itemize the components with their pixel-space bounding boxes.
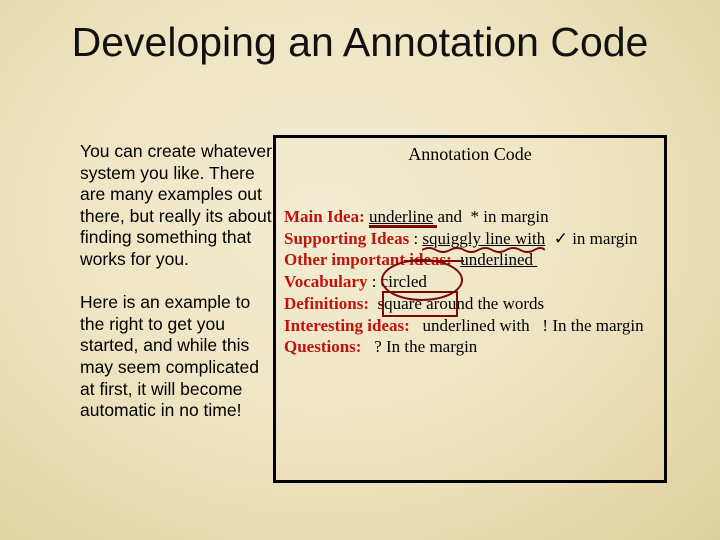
- code-term: Questions:: [284, 337, 362, 357]
- code-description: ✓ in margin: [545, 228, 638, 248]
- intro-text: You can create whatever system you like.…: [80, 141, 275, 422]
- slide-title: Developing an Annotation Code: [71, 19, 649, 65]
- code-row-supporting-ideas: Supporting Ideas : squiggly line with ✓ …: [284, 228, 656, 253]
- code-row-vocabulary: Vocabulary : circled: [284, 259, 656, 302]
- code-description: underlined with ! In the margin: [409, 315, 644, 335]
- example-text: underline: [369, 207, 434, 226]
- box-title: Annotation Code: [408, 144, 532, 164]
- annotation-code-box: Annotation Code Main Idea: underline and…: [273, 135, 667, 483]
- code-row-questions: Questions: ? In the margin: [284, 336, 656, 358]
- code-term: Interesting ideas:: [284, 315, 410, 335]
- code-term: Definitions:: [284, 293, 369, 313]
- code-row-main-idea: Main Idea: underline and * in margin: [284, 206, 656, 228]
- code-row-other-important-ideas: Other important ideas: underlined: [284, 249, 656, 271]
- intro-paragraph: Here is an example to the right to get y…: [80, 292, 259, 421]
- code-term: Supporting Ideas: [284, 228, 410, 248]
- code-term: Main Idea:: [284, 207, 365, 226]
- code-description: ? In the margin: [361, 337, 478, 357]
- code-row-interesting-ideas: Interesting ideas: underlined with ! In …: [284, 315, 656, 337]
- square-mark: [382, 290, 458, 317]
- code-term: Vocabulary: [284, 272, 368, 292]
- code-separator: :: [409, 228, 423, 248]
- code-row-definitions: Definitions: square around the words: [284, 290, 656, 317]
- underline-example: underline: [369, 207, 438, 228]
- code-description: and * in margin: [433, 207, 549, 226]
- underlined-example: underlined: [460, 250, 538, 270]
- annotation-code-list: Main Idea: underline and * in margin Sup…: [284, 206, 656, 358]
- intro-paragraph: You can create whatever system you like.…: [80, 141, 272, 269]
- squiggle-example: squiggly line with: [422, 229, 546, 253]
